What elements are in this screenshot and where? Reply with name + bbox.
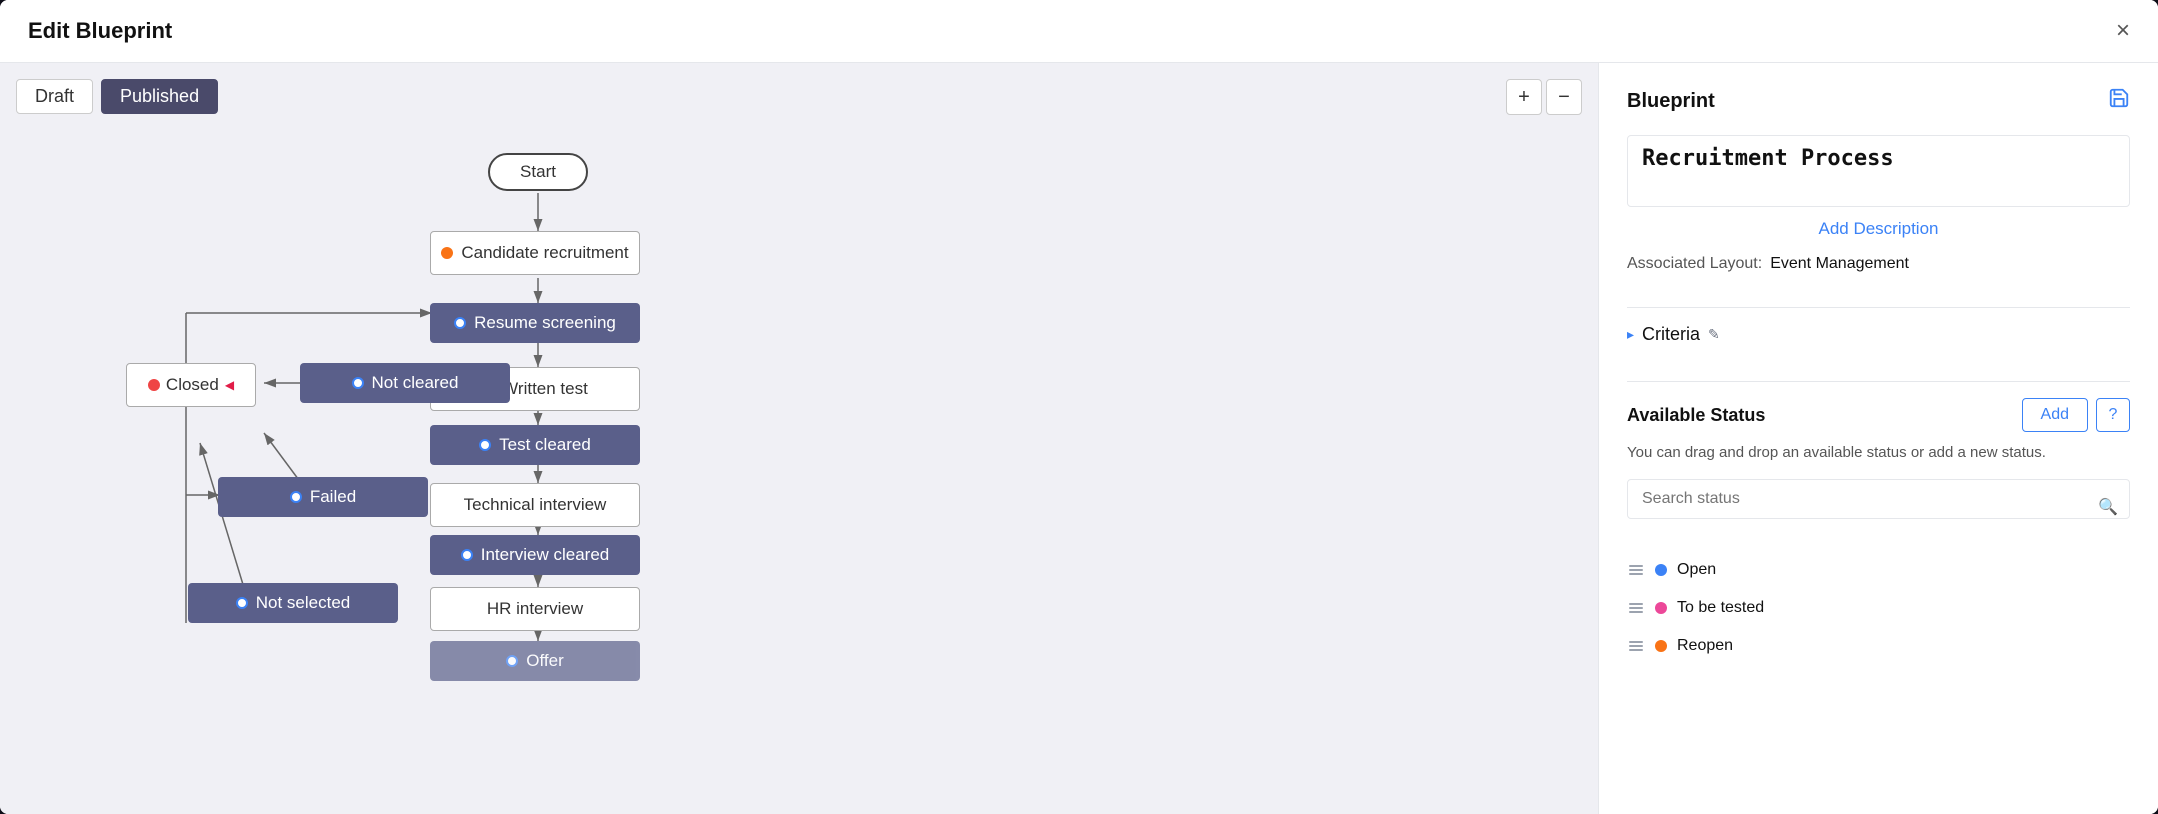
dot-not-cleared bbox=[352, 377, 364, 389]
node-not-cleared[interactable]: Not cleared bbox=[300, 363, 510, 403]
node-interview-cleared[interactable]: Interview cleared bbox=[430, 535, 640, 575]
available-status-title: Available Status bbox=[1627, 405, 1765, 426]
help-button[interactable]: ? bbox=[2096, 398, 2130, 432]
available-status-header: Available Status Add ? bbox=[1627, 398, 2130, 432]
dot-blue-outline bbox=[454, 317, 466, 329]
blueprint-name-input[interactable]: Recruitment Process bbox=[1627, 135, 2130, 207]
dot-offer bbox=[506, 655, 518, 667]
status-dot-pink bbox=[1655, 602, 1667, 614]
panel-save-icon[interactable] bbox=[2108, 87, 2130, 115]
node-hr-interview[interactable]: HR interview bbox=[430, 587, 640, 631]
canvas-toolbar: Draft Published bbox=[16, 79, 218, 114]
dot-not-selected bbox=[236, 597, 248, 609]
dot-test-cleared bbox=[479, 439, 491, 451]
node-failed[interactable]: Failed bbox=[218, 477, 428, 517]
dot-orange bbox=[441, 247, 453, 259]
modal-body: Draft Published + − bbox=[0, 63, 2158, 814]
status-label-open: Open bbox=[1677, 561, 1716, 579]
modal-title: Edit Blueprint bbox=[28, 18, 172, 44]
node-closed[interactable]: Closed ◀ bbox=[126, 363, 256, 407]
divider-2 bbox=[1627, 381, 2130, 382]
node-start[interactable]: Start bbox=[488, 153, 588, 191]
status-dot-orange bbox=[1655, 640, 1667, 652]
node-not-selected[interactable]: Not selected bbox=[188, 583, 398, 623]
close-button[interactable]: × bbox=[2116, 19, 2130, 43]
modal-header: Edit Blueprint × bbox=[0, 0, 2158, 63]
drag-handle-reopen[interactable] bbox=[1627, 639, 1645, 653]
node-offer[interactable]: Offer bbox=[430, 641, 640, 681]
associated-layout-label: Associated Layout: bbox=[1627, 255, 1762, 273]
dot-red bbox=[148, 379, 160, 391]
node-candidate-recruitment[interactable]: Candidate recruitment bbox=[430, 231, 640, 275]
status-dot-open bbox=[1655, 564, 1667, 576]
status-label-to-be-tested: To be tested bbox=[1677, 599, 1764, 617]
canvas-area: Draft Published + − bbox=[0, 63, 1598, 814]
criteria-row: ▸ Criteria ✎ bbox=[1627, 324, 2130, 345]
dot-interview-cleared bbox=[461, 549, 473, 561]
panel-title: Blueprint bbox=[1627, 90, 1715, 113]
dot-failed bbox=[290, 491, 302, 503]
edit-blueprint-modal: Edit Blueprint × Draft Published + − bbox=[0, 0, 2158, 814]
modal-overlay: Edit Blueprint × Draft Published + − bbox=[0, 0, 2158, 814]
divider-1 bbox=[1627, 307, 2130, 308]
drag-info-text: You can drag and drop an available statu… bbox=[1627, 442, 2130, 465]
zoom-out-button[interactable]: − bbox=[1546, 79, 1582, 115]
search-row: 🔍 bbox=[1627, 479, 2130, 535]
chevron-indicator: ◀ bbox=[225, 378, 234, 392]
search-status-input[interactable] bbox=[1627, 479, 2130, 519]
node-resume-screening[interactable]: Resume screening bbox=[430, 303, 640, 343]
tab-published[interactable]: Published bbox=[101, 79, 218, 114]
drag-handle-to-be-tested[interactable] bbox=[1627, 601, 1645, 615]
zoom-in-button[interactable]: + bbox=[1506, 79, 1542, 115]
zoom-controls: + − bbox=[1506, 79, 1582, 115]
associated-layout-value: Event Management bbox=[1770, 255, 1909, 273]
flow-arrows bbox=[0, 63, 1598, 814]
status-list: Open To be tested bbox=[1627, 551, 2130, 665]
layout-row: Associated Layout: Event Management bbox=[1627, 255, 2130, 273]
node-test-cleared[interactable]: Test cleared bbox=[430, 425, 640, 465]
drag-handle-open[interactable] bbox=[1627, 563, 1645, 577]
add-description-button[interactable]: Add Description bbox=[1627, 219, 2130, 239]
node-technical-interview[interactable]: Technical interview bbox=[430, 483, 640, 527]
tab-draft[interactable]: Draft bbox=[16, 79, 93, 114]
status-item-reopen: Reopen bbox=[1627, 627, 2130, 665]
edit-criteria-icon[interactable]: ✎ bbox=[1708, 326, 1720, 343]
status-label-reopen: Reopen bbox=[1677, 637, 1733, 655]
add-status-button[interactable]: Add bbox=[2022, 398, 2088, 432]
status-item-open: Open bbox=[1627, 551, 2130, 589]
search-icon: 🔍 bbox=[2098, 497, 2118, 517]
chevron-right-icon: ▸ bbox=[1627, 326, 1634, 343]
panel-header: Blueprint bbox=[1627, 87, 2130, 115]
right-panel: Blueprint Recruitment Process Add Descri… bbox=[1598, 63, 2158, 814]
criteria-label: Criteria bbox=[1642, 324, 1700, 345]
status-item-to-be-tested: To be tested bbox=[1627, 589, 2130, 627]
header-actions: Add ? bbox=[2022, 398, 2130, 432]
